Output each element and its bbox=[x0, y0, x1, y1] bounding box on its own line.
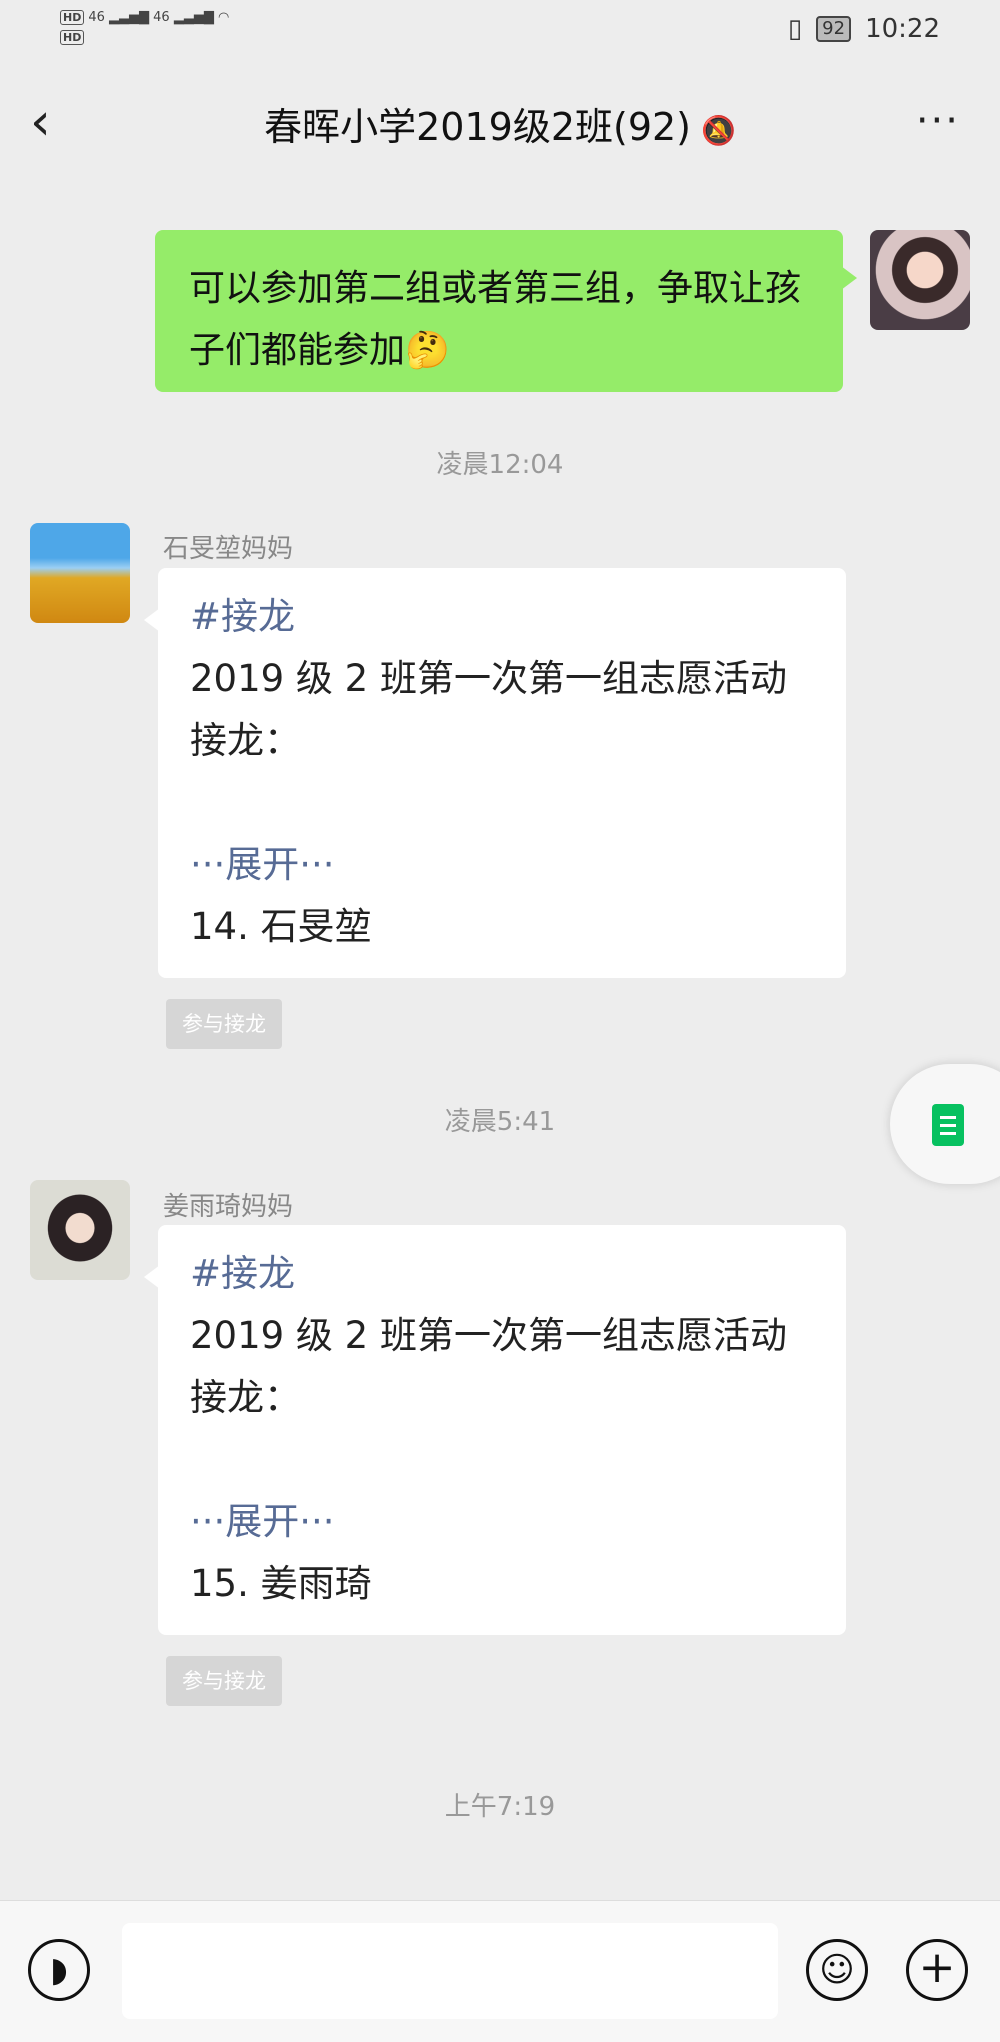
more-options-icon[interactable]: ··· bbox=[916, 98, 960, 144]
chat-header: ‹ 春晖小学2019级2班(92) 🔕 ··· bbox=[0, 62, 1000, 182]
hd-badge-2: HD bbox=[60, 30, 85, 45]
signal-indicators: HD 46 ▂▃▅▇ 46 ▂▃▅▇ ◠ HD bbox=[60, 8, 229, 48]
message-input[interactable] bbox=[122, 1923, 778, 2019]
expand-link-2[interactable]: ···展开··· bbox=[190, 1491, 814, 1553]
group-name: 春晖小学2019级2班(92) bbox=[264, 105, 691, 149]
self-avatar[interactable] bbox=[870, 230, 970, 330]
solitaire-tag-2[interactable]: #接龙 bbox=[190, 1243, 814, 1305]
hd-badge: HD bbox=[60, 10, 85, 25]
status-bar: HD 46 ▂▃▅▇ 46 ▂▃▅▇ ◠ HD ▯ 92 10:22 bbox=[0, 0, 1000, 62]
chat-title: 春晖小学2019级2班(92) 🔕 bbox=[0, 96, 1000, 151]
clock: 10:22 bbox=[865, 14, 940, 44]
sender-name: 石旻堃妈妈 bbox=[163, 534, 294, 564]
network-label-2: 46 bbox=[153, 10, 170, 25]
join-solitaire-button[interactable]: 参与接龙 bbox=[166, 999, 282, 1049]
expand-link[interactable]: ···展开··· bbox=[190, 834, 814, 896]
avatar-jiang[interactable] bbox=[30, 1180, 130, 1280]
timestamp: 凌晨12:04 bbox=[436, 450, 564, 480]
solitaire-title: 2019 级 2 班第一次第一组志愿活动接龙： bbox=[190, 657, 787, 762]
vibrate-icon: ▯ bbox=[787, 14, 803, 44]
self-message-bubble[interactable]: 可以参加第二组或者第三组，争取让孩子们都能参加🤔 bbox=[155, 230, 857, 392]
wifi-icon: ◠ bbox=[217, 10, 230, 25]
solitaire-entry: 14. 石旻堃 bbox=[190, 905, 372, 948]
plus-icon[interactable]: + bbox=[906, 1939, 968, 2001]
network-label: 46 bbox=[88, 10, 105, 25]
status-right: ▯ 92 10:22 bbox=[788, 14, 940, 44]
timestamp-3: 上午7:19 bbox=[444, 1792, 556, 1822]
battery-indicator: 92 bbox=[816, 16, 852, 42]
input-bar: ◗ ☺ + bbox=[0, 1900, 1000, 2042]
sender-name-2: 姜雨琦妈妈 bbox=[163, 1192, 294, 1222]
solitaire-entry-2: 15. 姜雨琦 bbox=[190, 1562, 372, 1605]
solitaire-card-2[interactable]: #接龙 2019 级 2 班第一次第一组志愿活动接龙： ···展开··· 15.… bbox=[144, 1225, 846, 1635]
emoji-icon[interactable]: ☺ bbox=[806, 1939, 868, 2001]
solitaire-tag[interactable]: #接龙 bbox=[190, 586, 814, 648]
document-icon bbox=[932, 1104, 964, 1146]
floating-doc-button[interactable] bbox=[890, 1064, 1000, 1184]
join-solitaire-button-2[interactable]: 参与接龙 bbox=[166, 1656, 282, 1706]
timestamp-2: 凌晨5:41 bbox=[444, 1107, 556, 1137]
avatar-shi[interactable] bbox=[30, 523, 130, 623]
voice-icon[interactable]: ◗ bbox=[28, 1939, 90, 2001]
solitaire-title-2: 2019 级 2 班第一次第一组志愿活动接龙： bbox=[190, 1314, 787, 1419]
solitaire-card[interactable]: #接龙 2019 级 2 班第一次第一组志愿活动接龙： ···展开··· 14.… bbox=[144, 568, 846, 978]
mute-bell-icon: 🔕 bbox=[701, 114, 736, 147]
